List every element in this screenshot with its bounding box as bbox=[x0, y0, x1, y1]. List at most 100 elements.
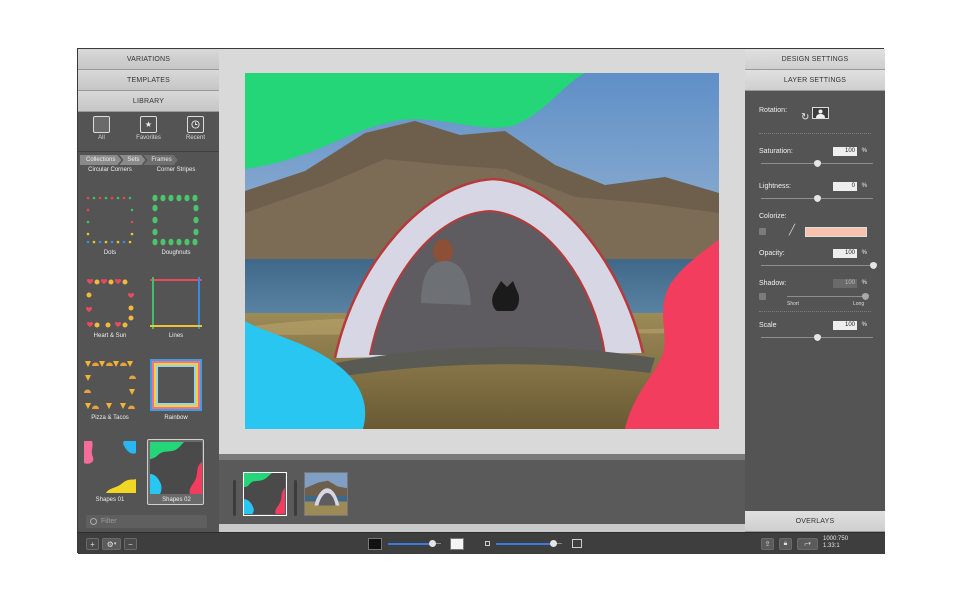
rotation-label: Rotation: bbox=[759, 107, 788, 114]
remove-button[interactable]: − bbox=[124, 538, 137, 550]
lightness-slider[interactable] bbox=[761, 195, 873, 202]
flip-image-icon[interactable] bbox=[812, 107, 829, 119]
shadow-slider-knob[interactable] bbox=[861, 293, 869, 300]
breadcrumb-frames[interactable]: Frames bbox=[143, 155, 177, 165]
add-button[interactable]: + bbox=[86, 538, 99, 550]
opacity-slider-knob[interactable] bbox=[869, 262, 877, 269]
opacity-row: Opacity: 100 % bbox=[759, 249, 879, 269]
frame-set-rainbow[interactable]: Rainbow bbox=[146, 359, 206, 423]
frame-set-heart-and-sun[interactable]: Heart & Sun bbox=[80, 277, 140, 341]
library-all-button[interactable]: All bbox=[82, 116, 122, 141]
light-background-icon[interactable] bbox=[450, 538, 464, 550]
saturation-slider-knob[interactable] bbox=[813, 160, 821, 167]
frame-set-label: Shapes 02 bbox=[162, 497, 191, 503]
photo-canvas[interactable] bbox=[245, 73, 719, 429]
saturation-unit: % bbox=[861, 148, 867, 154]
library-recent-label: Recent bbox=[185, 135, 205, 141]
saturation-value[interactable]: 100 bbox=[833, 147, 857, 156]
colorize-checkbox[interactable] bbox=[759, 228, 766, 235]
frame-set-label: Lines bbox=[168, 333, 184, 339]
strip-footer bbox=[219, 524, 745, 532]
zoom-slider-knob[interactable] bbox=[429, 540, 436, 547]
thumb-size-slider-knob[interactable] bbox=[550, 540, 557, 547]
tab-design-settings[interactable]: DESIGN SETTINGS bbox=[745, 49, 885, 70]
pizza-tacos-frame-thumbnail bbox=[84, 361, 136, 409]
shadow-long-label: Long bbox=[853, 301, 865, 307]
share-button[interactable]: ⇪ bbox=[761, 538, 774, 550]
frame-set-circular-corners[interactable]: Circular Corners bbox=[80, 166, 140, 173]
layer-thumbnail-photo[interactable] bbox=[304, 472, 348, 516]
left-panel: VARIATIONS TEMPLATES LIBRARY All ★ Favor… bbox=[78, 49, 219, 532]
lines-frame-thumbnail bbox=[150, 277, 202, 329]
frame-set-lines[interactable]: Lines bbox=[146, 277, 206, 341]
eyedropper-icon[interactable]: ╱ bbox=[789, 225, 795, 236]
large-thumbnail-icon[interactable] bbox=[572, 539, 582, 548]
library-filter-icons: All ★ Favorites Recent bbox=[78, 112, 219, 152]
shadow-value[interactable]: 100 bbox=[833, 279, 857, 288]
lightness-value[interactable]: 0 bbox=[833, 182, 857, 191]
tab-variations[interactable]: VARIATIONS bbox=[78, 49, 219, 70]
canvas-ratio: 1.33:1 bbox=[823, 543, 840, 549]
tab-library[interactable]: LIBRARY bbox=[78, 91, 219, 112]
shapes-02-frame-thumbnail bbox=[150, 442, 202, 494]
search-icon bbox=[90, 518, 97, 525]
frame-set-doughnuts[interactable]: Doughnuts bbox=[146, 194, 206, 258]
thumb-size-slider-fill[interactable] bbox=[496, 543, 554, 545]
library-recent-button[interactable]: Recent bbox=[176, 116, 216, 141]
frame-set-corner-stripes[interactable]: Corner Stripes bbox=[146, 166, 206, 173]
breadcrumb-sets[interactable]: Sets bbox=[119, 155, 145, 165]
small-thumbnail-icon[interactable] bbox=[485, 541, 490, 546]
frame-set-shapes-01[interactable]: Shapes 01 bbox=[80, 441, 140, 505]
shadow-label: Shadow: bbox=[759, 280, 787, 287]
rotate-icon[interactable]: ↻ bbox=[801, 112, 809, 123]
shadow-checkbox[interactable] bbox=[759, 293, 766, 300]
square-icon bbox=[93, 116, 110, 133]
zoom-slider-fill[interactable] bbox=[388, 543, 433, 545]
scale-row: Scale 100 % bbox=[759, 321, 879, 341]
library-favorites-button[interactable]: ★ Favorites bbox=[129, 116, 169, 141]
saturation-label: Saturation: bbox=[759, 148, 793, 155]
filter-input[interactable]: Filter bbox=[86, 515, 207, 528]
canvas-dimensions: 1000:750 bbox=[823, 536, 849, 542]
scale-slider-knob[interactable] bbox=[813, 334, 821, 341]
tab-overlays[interactable]: OVERLAYS bbox=[745, 511, 885, 532]
lock-icon: 🔒︎ bbox=[783, 540, 788, 547]
tab-layer-settings[interactable]: LAYER SETTINGS bbox=[745, 70, 885, 91]
share-icon: ⇪ bbox=[764, 541, 771, 548]
lightness-slider-knob[interactable] bbox=[813, 195, 821, 202]
opacity-value[interactable]: 100 bbox=[833, 249, 857, 258]
colorize-row: Colorize: ╱ bbox=[759, 213, 879, 237]
gear-menu-button[interactable]: ⚙ ▾ bbox=[102, 538, 121, 550]
frame-set-label: Pizza & Tacos bbox=[91, 415, 129, 421]
tab-templates[interactable]: TEMPLATES bbox=[78, 70, 219, 91]
opacity-label: Opacity: bbox=[759, 250, 785, 257]
scale-slider[interactable] bbox=[761, 334, 873, 341]
opacity-slider[interactable] bbox=[761, 262, 877, 269]
crop-ratio-button[interactable]: ⌐ ▾ bbox=[797, 538, 818, 550]
lightness-row: Lightness: 0 % bbox=[759, 182, 879, 202]
right-panel: DESIGN SETTINGS LAYER SETTINGS Rotation:… bbox=[745, 49, 885, 532]
frame-set-pizza-and-tacos[interactable]: Pizza & Tacos bbox=[80, 359, 140, 423]
layer-thumbnail-frame[interactable] bbox=[243, 472, 287, 516]
filter-placeholder: Filter bbox=[101, 518, 117, 525]
lock-button[interactable]: 🔒︎ bbox=[779, 538, 792, 550]
shadow-slider[interactable] bbox=[787, 293, 869, 300]
colorize-color-swatch[interactable] bbox=[805, 227, 867, 237]
frame-set-shapes-02[interactable]: Shapes 02 bbox=[147, 439, 204, 505]
divider bbox=[759, 133, 871, 134]
shadow-unit: % bbox=[861, 280, 867, 286]
frame-set-dots[interactable]: Dots bbox=[80, 194, 140, 258]
scale-value[interactable]: 100 bbox=[833, 321, 857, 330]
heart-sun-frame-thumbnail bbox=[85, 278, 135, 328]
frame-set-label: Doughnuts bbox=[161, 250, 191, 256]
layers-strip bbox=[219, 454, 745, 532]
strip-divider bbox=[294, 480, 297, 516]
dots-frame-thumbnail bbox=[86, 196, 134, 244]
frame-set-label: Heart & Sun bbox=[93, 333, 127, 339]
strip-handle[interactable] bbox=[233, 480, 236, 516]
breadcrumb-collections[interactable]: Collections bbox=[80, 155, 121, 165]
library-favorites-label: Favorites bbox=[136, 135, 161, 141]
saturation-slider[interactable] bbox=[761, 160, 873, 167]
dark-background-icon[interactable] bbox=[368, 538, 382, 550]
lightness-label: Lightness: bbox=[759, 183, 791, 190]
